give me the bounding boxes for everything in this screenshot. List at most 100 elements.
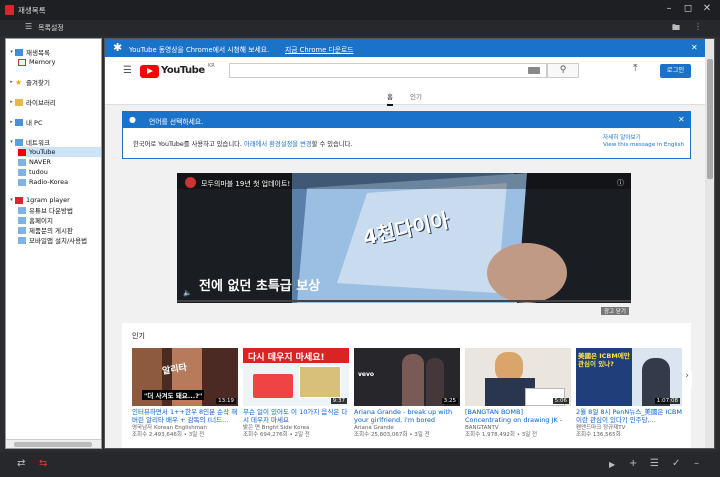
ad-hide-button[interactable]: 광고 닫기: [601, 307, 629, 315]
star-icon: ★: [15, 77, 23, 87]
tab-home[interactable]: 홈: [387, 91, 393, 106]
english-link[interactable]: View this message in English: [603, 142, 684, 148]
video-duration: 9:37: [330, 398, 347, 404]
close-icon[interactable]: ✕: [700, 3, 714, 14]
tree-item-homepage[interactable]: 홈페이지: [18, 215, 53, 225]
youtube-icon: [18, 148, 26, 156]
list-settings-label[interactable]: 목록설정: [38, 23, 64, 33]
youtube-header: ☰ YouTube KR ⚲ ⤒ 로그인: [105, 57, 705, 87]
shelf-next-icon[interactable]: ›: [682, 371, 692, 387]
window-title: 재생목록: [18, 6, 46, 15]
tree-item-1gram-player[interactable]: ▾ 1gram player: [8, 195, 70, 205]
minimize-icon[interactable]: –: [662, 3, 676, 14]
shelf-title: 인기: [132, 332, 145, 340]
ad-headline: 전에 없던 초특급 보상: [199, 279, 321, 294]
search-input[interactable]: [229, 63, 547, 78]
video-duration: 1:07:08: [654, 398, 680, 404]
video-meta: 조회수 2,493,646회 • 3일 전: [132, 432, 205, 438]
ad-progress[interactable]: [177, 300, 631, 302]
keyboard-icon[interactable]: [528, 67, 540, 74]
tree-item-naver[interactable]: NAVER: [18, 157, 51, 167]
video-channel[interactable]: 영국남자 Korean Englishman: [132, 425, 238, 432]
collapse-icon[interactable]: ▾: [8, 197, 15, 203]
notice-close-icon[interactable]: ✕: [678, 115, 685, 124]
collapse-icon[interactable]: ▾: [8, 139, 15, 145]
browser-pane: ✱ YouTube 동영상을 Chrome에서 시청해 보세요. 지금 Chro…: [104, 38, 715, 449]
add-icon[interactable]: +: [629, 458, 637, 469]
change-settings-link[interactable]: 아래에서 환경설정을 변경: [244, 141, 312, 148]
menu-icon[interactable]: ☰: [123, 65, 132, 76]
video-meta: 조회수 1,978,492회 • 3일 전: [465, 432, 538, 438]
video-channel[interactable]: 펜앤드마크 정규재TV: [576, 425, 682, 432]
tree-item-playlist[interactable]: ▾ 재생목록: [8, 47, 50, 57]
player-bottom-bar: ⇄ ⇆ ▶ + ☰ ✓ –: [0, 452, 720, 477]
playlist-icon: [15, 48, 23, 56]
youtube-logo-icon[interactable]: [140, 65, 159, 78]
sidebar-horizontal-scrollbar[interactable]: [6, 439, 101, 448]
folder-icon[interactable]: 🖿: [672, 22, 680, 36]
video-title[interactable]: [BANGTAN BOMB] Concentrating on drawing …: [465, 408, 571, 424]
youtube-tabs: 홈 인기: [105, 87, 705, 106]
computer-icon: [15, 118, 23, 126]
link-icon: [18, 236, 26, 244]
browser-vertical-scrollbar[interactable]: [705, 39, 714, 448]
play-icon[interactable]: ▶: [609, 460, 615, 469]
expand-icon[interactable]: ▸: [8, 79, 15, 85]
list-settings-icon[interactable]: ☰: [25, 22, 32, 31]
scrollbar-thumb[interactable]: [707, 59, 713, 179]
expand-icon[interactable]: ▸: [8, 119, 15, 125]
search-button[interactable]: ⚲: [547, 63, 579, 78]
mute-icon[interactable]: 🔈: [183, 289, 192, 297]
tree-item-favorites[interactable]: ▸ ★ 즐겨찾기: [8, 77, 50, 87]
asterisk-icon: ✱: [113, 41, 123, 54]
video-title[interactable]: Ariana Grande - break up with your girlf…: [354, 408, 460, 424]
tree-item-mobile-app[interactable]: 모바일앱 설치/사용법: [18, 235, 87, 245]
video-channel[interactable]: Ariana Grande: [354, 425, 460, 432]
tree-item-network[interactable]: ▾ 네트워크: [8, 137, 50, 147]
learn-more-link[interactable]: 자세히 알아보기: [603, 133, 641, 141]
ad-video[interactable]: 4천다이아 모두의마블 19년 첫 업데이트! ⓘ 전에 없던 초특급 보상 🔈: [177, 173, 631, 303]
app-logo-icon: [5, 5, 14, 15]
tree-item-memory[interactable]: Memory: [18, 57, 55, 67]
video-channel[interactable]: BANGTANTV: [465, 425, 571, 432]
info-icon[interactable]: ⓘ: [617, 178, 624, 188]
tree-item-inquiry-board[interactable]: 제품문의 게시판: [18, 225, 73, 235]
tree-item-library[interactable]: ▸ 라이브러리: [8, 97, 56, 107]
link-icon: [18, 206, 26, 214]
scrollbar-thumb[interactable]: [14, 442, 92, 447]
more-icon[interactable]: ⋮: [694, 22, 702, 31]
trending-shelf: 인기 알리타 "더 사겨도 돼요...?" 13:19 인터뷰하면서 1++한우…: [122, 323, 692, 448]
notice-title: 언어를 선택하세요.: [149, 118, 204, 126]
network-icon: [15, 138, 23, 146]
tree-item-radio-korea[interactable]: Radio-Korea: [18, 177, 68, 187]
tree-item-tudou[interactable]: tudou: [18, 167, 48, 177]
expand-icon[interactable]: ▸: [8, 99, 15, 105]
window-titlebar: 재생목록 – ◻ ✕: [0, 0, 720, 20]
remove-icon[interactable]: –: [694, 458, 699, 469]
tree-item-my-pc[interactable]: ▸ 내 PC: [8, 117, 43, 127]
collapse-icon[interactable]: ▾: [8, 49, 15, 55]
video-meta: 조회수 136,565회: [576, 432, 621, 438]
tab-trending[interactable]: 인기: [410, 91, 422, 101]
login-button[interactable]: 로그인: [660, 64, 691, 78]
ad-channel-title[interactable]: 모두의마블 19년 첫 업데이트!: [201, 179, 290, 189]
youtube-logo-text[interactable]: YouTube: [161, 65, 205, 76]
video-title[interactable]: 무슨 일이 있어도 이 10가지 음식은 다시 데우지 마세요: [243, 408, 349, 424]
video-duration: 3:25: [441, 398, 458, 404]
check-icon[interactable]: ✓: [672, 458, 680, 469]
chrome-download-link[interactable]: 지금 Chrome 다운로드: [285, 44, 354, 54]
banner-close-icon[interactable]: ✕: [691, 43, 698, 52]
list-icon[interactable]: ☰: [650, 458, 659, 469]
shuffle-icon[interactable]: ⇆: [39, 458, 47, 469]
maximize-icon[interactable]: ◻: [681, 3, 695, 14]
video-title[interactable]: 2월 8일 8시 PenN뉴스_美國은 ICBM이란 관심이 있다?| 인주당,…: [576, 408, 682, 424]
channel-avatar[interactable]: [185, 177, 196, 188]
video-channel[interactable]: 밝은 면 Bright Side Korea: [243, 425, 349, 432]
upload-icon[interactable]: ⤒: [633, 63, 637, 74]
tree-item-download-guide[interactable]: 유튜브 다운방법: [18, 205, 73, 215]
repeat-icon[interactable]: ⇄: [17, 458, 25, 469]
video-title[interactable]: 인터뷰하면서 1++한우 8인분 순삭 해버린 알리타 배우 + 감독의 (너드…: [132, 408, 238, 424]
link-icon: [18, 226, 26, 234]
language-icon: ●: [129, 115, 136, 124]
tree-item-youtube[interactable]: YouTube: [18, 147, 101, 157]
